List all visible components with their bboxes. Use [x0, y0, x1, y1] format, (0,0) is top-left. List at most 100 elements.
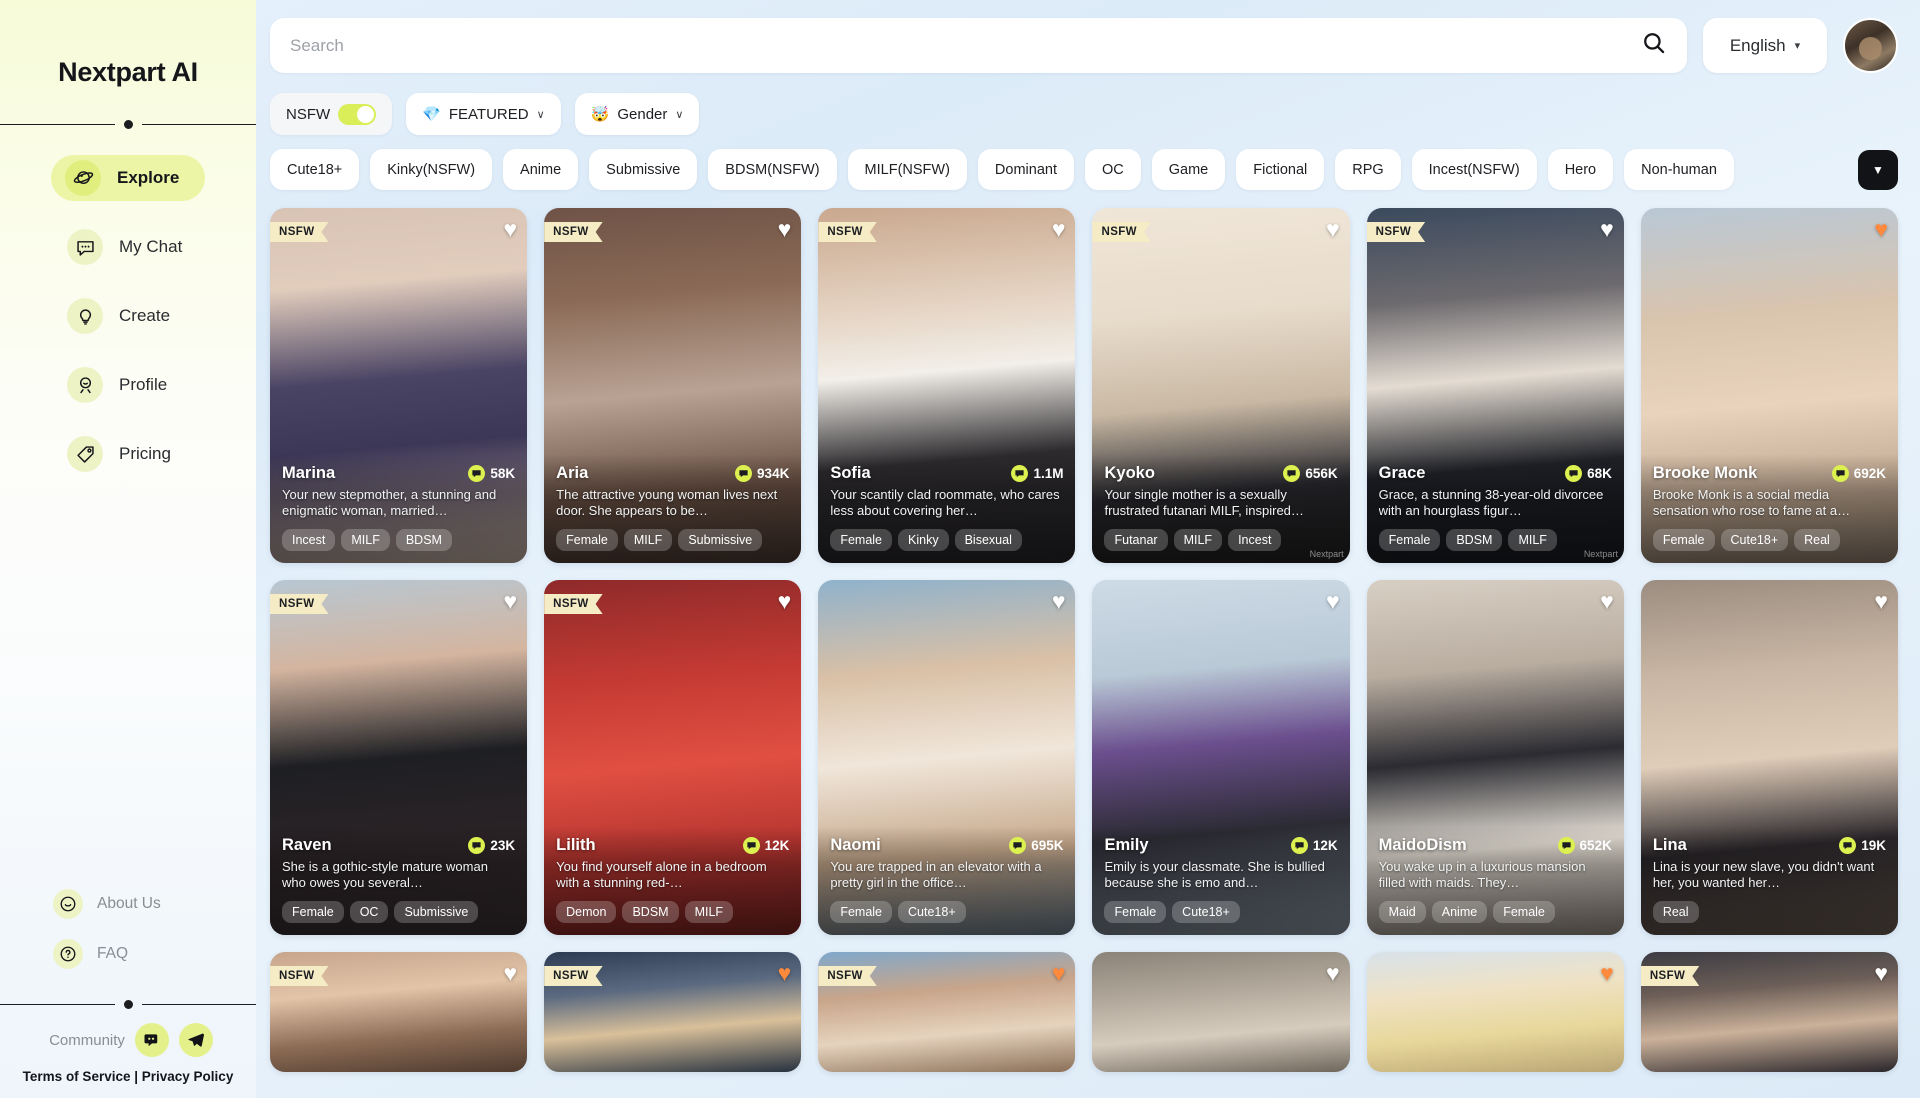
character-tag[interactable]: Submissive	[678, 529, 763, 551]
sidebar-item-faq[interactable]: FAQ	[53, 934, 203, 974]
character-card[interactable]: NSFW ♥	[818, 952, 1076, 1072]
character-tag[interactable]: Bisexual	[954, 529, 1022, 551]
favorite-heart-icon[interactable]: ♥	[504, 590, 518, 613]
character-tag[interactable]: MILF	[1173, 529, 1223, 551]
character-tag[interactable]: Female	[282, 901, 344, 923]
tag-chip[interactable]: Game	[1151, 149, 1226, 190]
character-tag[interactable]: Maid	[1378, 901, 1426, 923]
character-card[interactable]: NSFW ♥ Marina 58K Your new stepmother, a stu…	[270, 208, 528, 563]
gender-filter[interactable]: 🤯 Gender ∨	[574, 93, 700, 135]
sidebar-item-about-us[interactable]: About Us	[53, 884, 203, 924]
character-card[interactable]: NSFW ♥	[1640, 952, 1898, 1072]
tag-chip[interactable]: MILF(NSFW)	[847, 149, 967, 190]
sidebar-item-create[interactable]: Create	[53, 293, 203, 339]
favorite-heart-icon[interactable]: ♥	[1874, 962, 1888, 985]
tag-chip[interactable]: Cute18+	[270, 149, 360, 190]
character-card[interactable]: NSFW ♥	[270, 952, 528, 1072]
character-tag[interactable]: BDSM	[1446, 529, 1503, 551]
character-tag[interactable]: Futanar	[1104, 529, 1168, 551]
tag-chip[interactable]: Anime	[503, 149, 579, 190]
avatar[interactable]	[1843, 18, 1898, 73]
character-tag[interactable]: MILF	[623, 529, 673, 551]
sidebar-item-profile[interactable]: Profile	[53, 362, 203, 408]
nsfw-toggle[interactable]: NSFW	[270, 93, 393, 135]
favorite-heart-icon[interactable]: ♥	[1326, 218, 1340, 241]
tag-chip[interactable]: Hero	[1547, 149, 1614, 190]
search-input[interactable]	[290, 35, 1641, 56]
tag-chip[interactable]: RPG	[1335, 149, 1401, 190]
character-tag[interactable]: BDSM	[622, 901, 679, 923]
search-bar[interactable]	[270, 18, 1687, 73]
favorite-heart-icon[interactable]: ♥	[1874, 218, 1888, 241]
character-card[interactable]: ♥ Naomi 695K You are trapped in an elevator…	[818, 580, 1076, 935]
sidebar-item-my-chat[interactable]: My Chat	[53, 224, 203, 270]
character-card[interactable]: NSFW ♥	[544, 952, 802, 1072]
expand-tags-button[interactable]: ▼	[1858, 149, 1898, 190]
favorite-heart-icon[interactable]: ♥	[1600, 962, 1614, 985]
character-tag[interactable]: Cute18+	[1720, 529, 1789, 551]
favorite-heart-icon[interactable]: ♥	[1600, 590, 1614, 613]
favorite-heart-icon[interactable]: ♥	[778, 218, 792, 241]
character-tag[interactable]: Incest	[1228, 529, 1282, 551]
favorite-heart-icon[interactable]: ♥	[1874, 590, 1888, 613]
discord-icon[interactable]	[134, 1023, 169, 1057]
favorite-heart-icon[interactable]: ♥	[1052, 962, 1066, 985]
tag-chip[interactable]: Fictional	[1236, 149, 1325, 190]
character-card[interactable]: ♥ Lina 19K Lina is your new slave, you didn…	[1640, 580, 1898, 935]
character-tag[interactable]: Demon	[556, 901, 617, 923]
character-card[interactable]: ♥ Brooke Monk 692K Brooke Monk is a social …	[1640, 208, 1898, 563]
character-tag[interactable]: MILF	[1508, 529, 1557, 551]
sidebar-item-pricing[interactable]: Pricing	[53, 431, 203, 477]
character-card[interactable]: NSFW ♥ Kyoko 656K Your single mother is a se…	[1092, 208, 1350, 563]
character-tag[interactable]: OC	[349, 901, 389, 923]
character-tag[interactable]: Real	[1652, 901, 1699, 923]
tag-chip[interactable]: Non-human	[1624, 149, 1734, 190]
favorite-heart-icon[interactable]: ♥	[778, 962, 792, 985]
character-tag[interactable]: Female	[830, 901, 893, 923]
character-card[interactable]: ♥	[1092, 952, 1350, 1072]
character-tag[interactable]: Female	[1378, 529, 1441, 551]
search-icon[interactable]	[1641, 30, 1667, 61]
character-card[interactable]: ♥	[1366, 952, 1624, 1072]
favorite-heart-icon[interactable]: ♥	[1326, 962, 1340, 985]
character-card[interactable]: ♥ Emily 12K Emily is your classmate. She is…	[1092, 580, 1350, 935]
privacy-policy-link[interactable]: Privacy Policy	[142, 1069, 234, 1084]
character-tag[interactable]: Cute18+	[898, 901, 966, 923]
tag-chip[interactable]: OC	[1084, 149, 1141, 190]
favorite-heart-icon[interactable]: ♥	[1052, 218, 1066, 241]
character-tag[interactable]: Female	[556, 529, 618, 551]
sidebar-item-explore[interactable]: Explore	[51, 155, 205, 201]
character-tag[interactable]: Female	[1493, 901, 1555, 923]
character-card[interactable]: NSFW ♥ Sofia 1.1M Your scantily clad roommat…	[818, 208, 1076, 563]
tag-chip[interactable]: BDSM(NSFW)	[708, 149, 837, 190]
toggle-switch-icon[interactable]	[338, 103, 377, 125]
character-card[interactable]: NSFW ♥ Aria 934K The attractive young woman …	[544, 208, 802, 563]
character-tag[interactable]: Cute18+	[1172, 901, 1240, 923]
tag-chip[interactable]: Dominant	[977, 149, 1074, 190]
favorite-heart-icon[interactable]: ♥	[1600, 218, 1614, 241]
terms-of-service-link[interactable]: Terms of Service	[23, 1069, 131, 1084]
character-tag[interactable]: Female	[1652, 529, 1715, 551]
character-card[interactable]: ♥ MaidoDism 652K You wake up in a luxurious…	[1366, 580, 1624, 935]
featured-filter[interactable]: 💎 FEATURED ∨	[406, 93, 561, 135]
character-tag[interactable]: MILF	[684, 901, 734, 923]
telegram-icon[interactable]	[178, 1023, 213, 1057]
character-card[interactable]: NSFW ♥ Grace 68K Grace, a stunning 38-year-o…	[1366, 208, 1624, 563]
favorite-heart-icon[interactable]: ♥	[504, 218, 518, 241]
language-selector[interactable]: English ▾	[1703, 18, 1827, 73]
character-tag[interactable]: Anime	[1431, 901, 1488, 923]
character-tag[interactable]: Female	[830, 529, 893, 551]
character-tag[interactable]: BDSM	[395, 529, 452, 551]
character-tag[interactable]: MILF	[341, 529, 390, 551]
favorite-heart-icon[interactable]: ♥	[504, 962, 518, 985]
tag-chip[interactable]: Submissive	[589, 149, 698, 190]
character-card[interactable]: NSFW ♥ Raven 23K She is a gothic-style matur…	[270, 580, 528, 935]
character-card[interactable]: NSFW ♥ Lilith 12K You find yourself alone in…	[544, 580, 802, 935]
favorite-heart-icon[interactable]: ♥	[1326, 590, 1340, 613]
character-tag[interactable]: Kinky	[898, 529, 949, 551]
character-tag[interactable]: Female	[1104, 901, 1167, 923]
character-tag[interactable]: Submissive	[394, 901, 479, 923]
character-tag[interactable]: Real	[1794, 529, 1840, 551]
favorite-heart-icon[interactable]: ♥	[1052, 590, 1066, 613]
character-tag[interactable]: Incest	[282, 529, 336, 551]
